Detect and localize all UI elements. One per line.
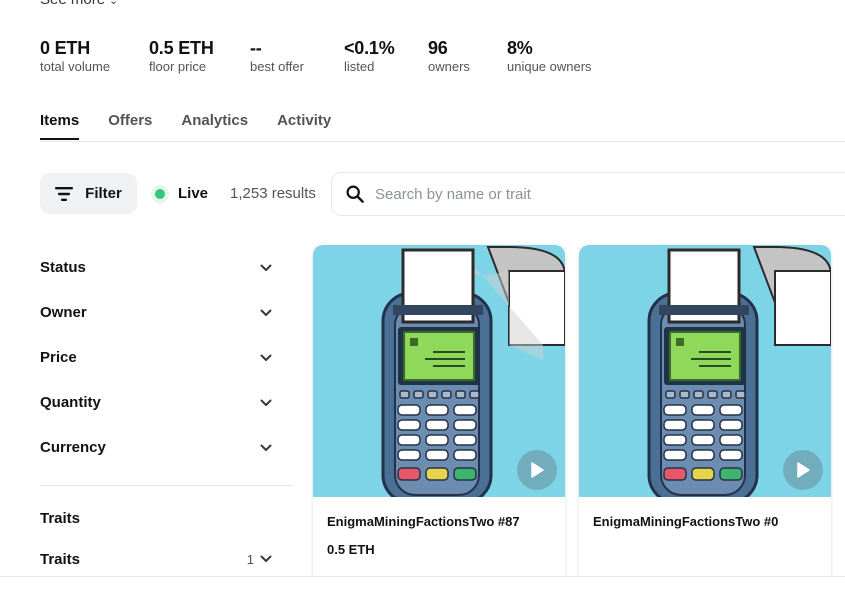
collection-stats: 0 ETH total volume 0.5 ETH floor price -… <box>40 38 592 75</box>
search-box[interactable] <box>331 172 845 216</box>
search-icon <box>346 185 364 203</box>
traits-heading: Traits <box>40 509 81 527</box>
chevron-down-icon: ⌄ <box>109 0 119 7</box>
chevron-down-icon <box>260 354 272 361</box>
play-button[interactable] <box>783 450 823 490</box>
filter-quantity[interactable]: Quantity <box>40 380 293 425</box>
live-dot-icon <box>151 184 169 203</box>
tab-offers[interactable]: Offers <box>108 112 152 140</box>
collection-tabs: Items Offers Analytics Activity <box>40 112 360 140</box>
stat-total-volume: 0 ETH total volume <box>40 38 111 74</box>
items-toolbar: Filter Live 1,253 results <box>40 173 316 214</box>
stat-listed: <0.1% listed <box>344 38 395 74</box>
results-count: 1,253 results <box>230 185 316 202</box>
filter-button-label: Filter <box>85 185 122 202</box>
item-card[interactable]: EnigmaMiningFactionsTwo #87 0.5 ETH <box>313 245 565 585</box>
filter-currency[interactable]: Currency <box>40 425 293 470</box>
filter-traits[interactable]: Traits 1 <box>40 547 293 571</box>
filter-price[interactable]: Price <box>40 335 293 380</box>
item-card[interactable]: EnigmaMiningFactionsTwo #0 <box>579 245 831 585</box>
play-icon <box>531 462 544 478</box>
stat-owners: 96 owners <box>428 38 470 74</box>
play-button[interactable] <box>517 450 557 490</box>
tab-activity[interactable]: Activity <box>277 112 331 140</box>
chevron-down-icon <box>260 309 272 316</box>
filter-button[interactable]: Filter <box>40 173 137 214</box>
chevron-down-icon <box>260 444 272 451</box>
item-name: EnigmaMiningFactionsTwo #87 <box>327 514 520 529</box>
sidebar-divider <box>40 485 293 486</box>
stat-best-offer: -- best offer <box>250 38 304 74</box>
live-label: Live <box>178 185 209 202</box>
tabs-divider <box>40 141 845 142</box>
see-more-link[interactable]: See more⌄ <box>40 0 118 8</box>
play-icon <box>797 462 810 478</box>
chevron-down-icon <box>260 399 272 406</box>
filter-icon <box>55 186 74 201</box>
chevron-down-icon <box>260 264 272 271</box>
search-input[interactable] <box>375 185 775 203</box>
chevron-down-icon <box>260 555 272 562</box>
stat-unique-owners: 8% unique owners <box>507 38 592 74</box>
footer-bar <box>0 577 845 594</box>
tab-analytics[interactable]: Analytics <box>181 112 248 140</box>
stat-floor-price: 0.5 ETH floor price <box>149 38 214 74</box>
filter-sidebar: Status Owner Price Quantity Currency Tra… <box>40 245 293 571</box>
filter-status[interactable]: Status <box>40 245 293 290</box>
item-price: 0.5 ETH <box>327 542 375 557</box>
tab-items[interactable]: Items <box>40 112 80 140</box>
live-indicator[interactable]: Live <box>151 184 209 203</box>
traits-count: 1 <box>246 551 254 567</box>
item-name: EnigmaMiningFactionsTwo #0 <box>593 514 779 529</box>
filter-owner[interactable]: Owner <box>40 290 293 335</box>
